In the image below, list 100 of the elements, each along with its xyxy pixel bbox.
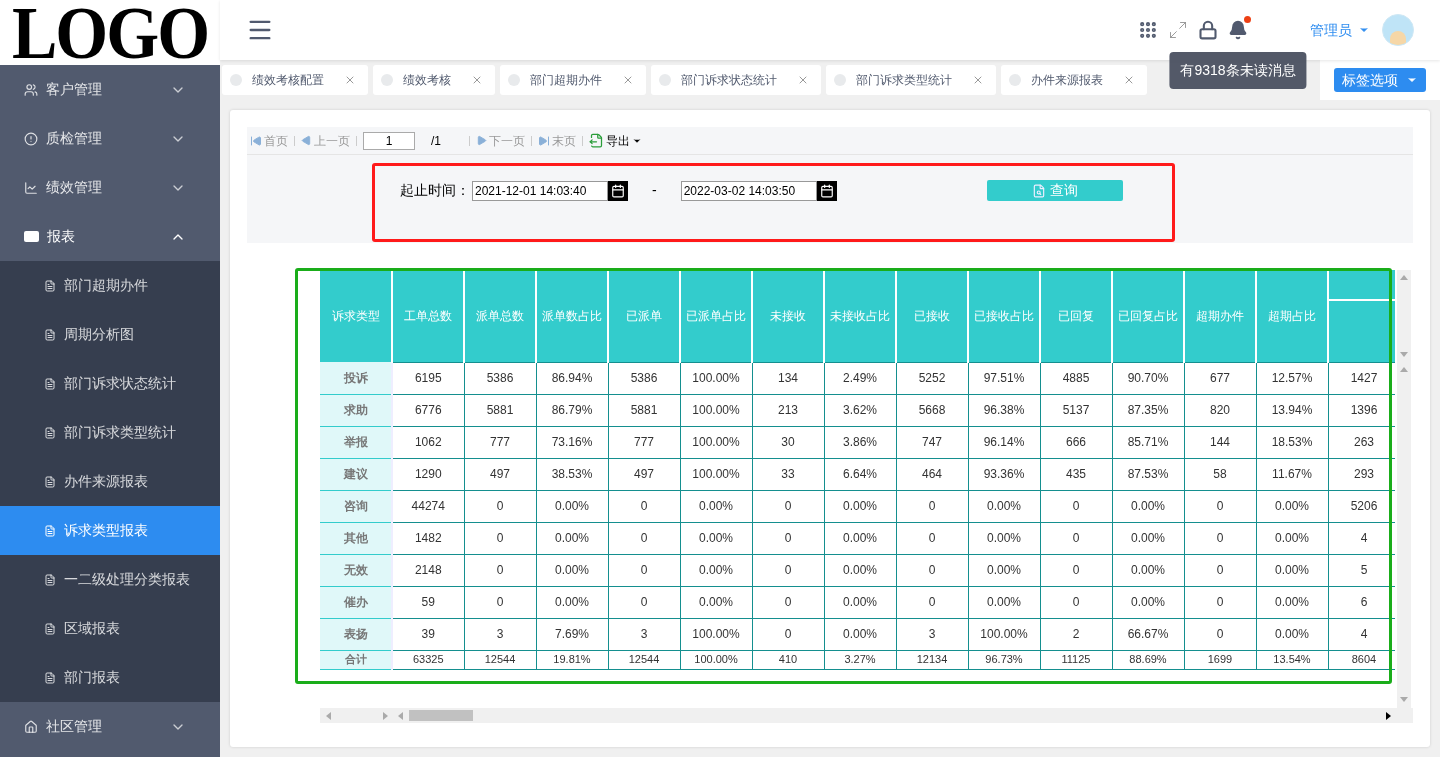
date-field[interactable]: 2021-12-01 14:03:40	[472, 180, 608, 201]
submenu-item[interactable]: 周期分析图	[0, 310, 220, 359]
previous-icon[interactable]	[301, 135, 312, 146]
table-cell: 0.00%	[824, 586, 896, 618]
table-cell: 5386	[608, 362, 680, 394]
submenu-item[interactable]: 部门超期办件	[0, 261, 220, 310]
search-icon	[1032, 183, 1046, 198]
table-cell: 0.00%	[1112, 586, 1184, 618]
sidebar-item[interactable]: 质检管理	[0, 114, 220, 163]
calendar-button[interactable]	[816, 180, 837, 201]
page-total: /1	[431, 132, 441, 150]
submenu-item[interactable]: 部门诉求类型统计	[0, 408, 220, 457]
sidebar-item[interactable]: 客户管理	[0, 65, 220, 114]
row-header: 表扬	[320, 618, 392, 650]
scroll-right-icon[interactable]	[1386, 711, 1391, 720]
sidebar-item[interactable]: 报表	[0, 212, 220, 261]
table-cell: 0	[464, 522, 536, 554]
scrollbar-thumb[interactable]	[409, 710, 473, 721]
calendar-button[interactable]	[608, 180, 628, 201]
table-cell: 0	[464, 586, 536, 618]
scroll-down-icon[interactable]	[1400, 697, 1408, 702]
vertical-scrollbar[interactable]	[1397, 270, 1411, 708]
table-cell: 0	[608, 554, 680, 586]
table-cell: 0	[752, 522, 824, 554]
next-icon[interactable]	[476, 135, 487, 146]
submenu-item[interactable]: 办件来源报表	[0, 457, 220, 506]
scroll-down-icon[interactable]	[1400, 352, 1408, 357]
tab[interactable]: 绩效考核配置	[222, 65, 368, 95]
table-cell: 11.67%	[1256, 458, 1328, 490]
close-icon[interactable]	[1123, 74, 1135, 86]
tab[interactable]: 部门诉求状态统计	[651, 65, 821, 95]
table-cell: 464	[896, 458, 968, 490]
document-icon	[44, 622, 56, 635]
table-cell: 0	[1040, 586, 1112, 618]
row-header: 求助	[320, 394, 392, 426]
row-header: 建议	[320, 458, 392, 490]
table-cell: 3.62%	[824, 394, 896, 426]
table-cell: 1290	[392, 458, 464, 490]
table-cell: 0	[1184, 618, 1256, 650]
folder-icon	[24, 231, 39, 242]
submenu-item[interactable]: 部门报表	[0, 653, 220, 702]
export-button[interactable]: 导出	[589, 131, 642, 150]
table-cell: 90.70%	[1112, 362, 1184, 394]
first-page-icon[interactable]	[250, 134, 262, 147]
table-cell: 0.00%	[824, 490, 896, 522]
lock-icon[interactable]	[1198, 20, 1218, 40]
submenu-item[interactable]: 部门诉求状态统计	[0, 359, 220, 408]
apps-icon[interactable]	[1138, 20, 1158, 40]
table-cell: 0	[1184, 490, 1256, 522]
fullscreen-icon[interactable]	[1168, 20, 1188, 40]
document-icon	[44, 671, 56, 684]
scroll-left-icon[interactable]	[326, 711, 331, 720]
document-icon	[44, 377, 56, 390]
close-icon[interactable]	[797, 74, 809, 86]
avatar[interactable]	[1382, 14, 1414, 46]
table-cell: 0.00%	[680, 554, 752, 586]
submenu-item[interactable]: 区域报表	[0, 604, 220, 653]
row-header: 咨询	[320, 490, 392, 522]
table-cell: 93.36%	[968, 458, 1040, 490]
table-cell: 0	[896, 522, 968, 554]
table-cell: 0.00%	[536, 522, 608, 554]
table-cell: 777	[464, 426, 536, 458]
table-cell: 18.53%	[1256, 426, 1328, 458]
table-cell: 2.49%	[824, 362, 896, 394]
tab[interactable]: 绩效考核	[373, 65, 495, 95]
table-cell: 96.14%	[968, 426, 1040, 458]
table-cell: 2	[1040, 618, 1112, 650]
user-menu[interactable]: 管理员	[1310, 19, 1370, 41]
tab[interactable]: 部门超期办件	[500, 65, 646, 95]
table-cell: 0.00%	[1112, 554, 1184, 586]
table-cell: 100.00%	[680, 650, 752, 669]
close-icon[interactable]	[344, 74, 356, 86]
page-input[interactable]: 1	[363, 131, 415, 150]
close-icon[interactable]	[972, 74, 984, 86]
last-page-icon[interactable]	[538, 134, 550, 147]
table-cell: 5386	[464, 362, 536, 394]
sidebar-item[interactable]: 绩效管理	[0, 163, 220, 212]
close-icon[interactable]	[471, 74, 483, 86]
table-cell: 0	[1184, 522, 1256, 554]
table-cell: 30	[752, 426, 824, 458]
close-icon[interactable]	[622, 74, 634, 86]
horizontal-scrollbar[interactable]	[320, 708, 1413, 723]
sidebar-item[interactable]: 社区管理	[0, 702, 220, 751]
table-cell: 0	[1184, 586, 1256, 618]
table-cell: 33	[752, 458, 824, 490]
scroll-up-icon[interactable]	[1400, 367, 1408, 372]
table-cell: 820	[1184, 394, 1256, 426]
date-field[interactable]: 2022-03-02 14:03:50	[680, 180, 817, 201]
tab[interactable]: 办件来源报表	[1001, 65, 1147, 95]
table-cell: 747	[896, 426, 968, 458]
submenu-item[interactable]: 一二级处理分类报表	[0, 555, 220, 604]
table-cell: 666	[1040, 426, 1112, 458]
scroll-up-icon[interactable]	[1400, 275, 1408, 280]
bell-icon[interactable]	[1228, 20, 1248, 40]
tab[interactable]: 部门诉求类型统计	[826, 65, 996, 95]
column-header: 超期占比	[1256, 270, 1328, 362]
table-cell: 100.00%	[680, 426, 752, 458]
table-cell: 1699	[1184, 650, 1256, 669]
scroll-left-icon[interactable]	[398, 711, 403, 720]
table-cell: 0.00%	[968, 554, 1040, 586]
